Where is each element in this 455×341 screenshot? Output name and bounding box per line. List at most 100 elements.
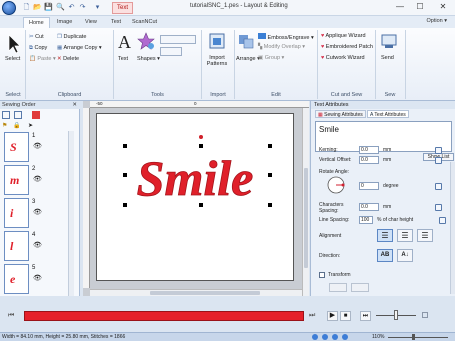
visibility-eye-icon[interactable]: 👁 [33,142,42,150]
rotate-dial-icon[interactable] [327,176,345,194]
duplicate-button[interactable]: ❐ Duplicate [57,34,86,40]
group-button[interactable]: ▣ Group ▾ [258,55,284,61]
direction-vertical-icon[interactable]: A↓ [397,249,413,262]
tab-view[interactable]: View [80,17,102,28]
zoom-level[interactable]: 110% [372,333,384,341]
app-menu-button[interactable] [2,1,16,15]
align-right-icon[interactable]: ☰ [417,229,433,242]
arrange-button[interactable]: Arrange ▾ [236,56,260,62]
play-button[interactable]: ▶ [327,311,338,321]
visibility-eye-icon[interactable]: 👁 [33,208,42,216]
move-icon[interactable] [14,111,22,119]
shapes-button[interactable]: Shapes ▾ [137,56,160,62]
save-icon[interactable]: 💾 [44,3,53,12]
tab-sewing-attributes[interactable]: ▦ Sewing Attributes [315,110,366,118]
magnify-icon[interactable]: 🔍 [56,3,65,12]
align-center-icon[interactable]: ☰ [397,229,413,242]
send-button[interactable]: Send [381,55,394,61]
import-patterns-icon[interactable] [208,32,226,50]
close-button[interactable]: ✕ [436,2,450,13]
align-left-icon[interactable]: ☰ [377,229,393,242]
undo-icon[interactable]: ↶ [67,3,76,12]
copy-button[interactable]: ⧉ Copy [29,45,47,52]
char-spacing-apply-icon[interactable] [435,204,442,211]
modify-overlap-button[interactable]: ▚ Modify Overlap ▾ [258,44,305,50]
char-spacing-input[interactable]: 0.0 [359,203,379,211]
tab-home[interactable]: Home [23,17,50,28]
scroll-thumb[interactable] [304,168,308,268]
simulator-checkbox[interactable] [422,312,428,318]
import-patterns-button[interactable]: Import Patterns [203,55,231,67]
rotate-angle-input[interactable]: 0 [359,182,379,190]
sort-icon[interactable] [2,111,10,119]
applique-wizard-button[interactable]: ♥ Applique Wizard [321,33,366,39]
redo-icon[interactable]: ↷ [78,3,87,12]
vertical-offset-apply-icon[interactable] [435,157,442,164]
rotate-apply-icon[interactable] [435,183,442,190]
arrange-icon[interactable] [238,33,254,49]
vertical-offset-input[interactable]: 0.0 [359,156,379,164]
stop-button[interactable]: ■ [340,311,351,321]
color-icon[interactable] [32,111,40,119]
status-view-icon[interactable] [322,334,328,340]
select-button[interactable]: Select [5,56,20,62]
sewing-order-item[interactable]: e [4,264,29,294]
tab-text-attributes[interactable]: A Text Attributes [367,110,409,118]
arrange-copy-button[interactable]: ▦ Arrange Copy ▾ [57,45,102,51]
transform-checkbox[interactable] [319,272,325,278]
open-file-icon[interactable]: 📂 [33,3,42,12]
option-menu[interactable]: Option ▾ [426,18,447,24]
cutwork-wizard-button[interactable]: ♥ Cutwork Wizard [321,55,365,61]
speed-slider-thumb[interactable] [394,310,398,320]
step-forward-button[interactable]: ⏭ [360,311,371,321]
smile-text-object[interactable]: Smile [96,113,294,281]
embroidered-patch-button[interactable]: ♥ Embroidered Patch [321,44,373,50]
maximize-button[interactable]: ☐ [413,2,427,13]
visibility-eye-icon[interactable]: 👁 [33,274,42,282]
attributes-scrollbar[interactable] [450,162,455,294]
visibility-eye-icon[interactable]: 👁 [33,241,42,249]
tab-scanncut[interactable]: ScanNCut [127,17,162,28]
delete-button[interactable]: ✕ Delete [57,56,79,62]
status-view-icon[interactable] [342,334,348,340]
line-spacing-input[interactable]: 100 [359,216,373,224]
scroll-thumb[interactable] [150,291,260,295]
transform-preset-icon[interactable] [329,283,347,292]
text-tool-button[interactable]: Text [118,56,128,62]
send-icon[interactable] [380,32,398,50]
tab-image[interactable]: Image [52,17,77,28]
canvas-horizontal-scrollbar[interactable] [90,289,302,296]
qat-dropdown-icon[interactable]: ▾ [93,3,102,12]
pan-tool-icon[interactable] [160,47,182,56]
tab-text[interactable]: Text [106,17,126,28]
sew-order-icon[interactable]: ⚑ [2,122,7,129]
transform-preset-icon[interactable] [351,283,369,292]
visibility-eye-icon[interactable]: 👁 [33,175,42,183]
zoom-slider-thumb[interactable] [412,334,415,340]
paste-button[interactable]: 📋 Paste ▾ [29,56,56,62]
sewing-order-scrollbar[interactable] [68,131,74,296]
lock-icon[interactable]: 🔒 [13,122,20,129]
sewing-order-item[interactable]: i [4,198,29,228]
direction-horizontal-icon[interactable]: AB [377,249,393,262]
select-arrow-icon[interactable] [7,34,21,54]
sewing-order-item[interactable]: m [4,165,29,195]
zoom-tools-icon[interactable] [160,35,196,44]
text-tool-icon[interactable]: A [118,32,131,53]
cut-button[interactable]: ✂ Cut [29,34,44,40]
minimize-button[interactable]: — [393,2,407,13]
line-spacing-apply-icon[interactable] [439,217,446,224]
canvas-vertical-scrollbar[interactable] [302,108,309,296]
context-tab-text[interactable]: Text [112,2,134,14]
rotate-handle[interactable] [199,135,203,139]
forward-icon[interactable]: ⏭ [309,312,315,320]
shapes-icon[interactable] [137,32,155,50]
rewind-icon[interactable]: ⏮ [8,312,14,320]
stitch-progress-bar[interactable] [24,311,304,321]
kerning-apply-icon[interactable] [435,147,442,154]
sewing-order-item[interactable]: S [4,132,29,162]
status-view-icon[interactable] [332,334,338,340]
sewing-order-item[interactable]: l [4,231,29,261]
kerning-input[interactable]: 0.0 [359,146,379,154]
panel-close-icon[interactable]: ✕ [72,101,77,109]
